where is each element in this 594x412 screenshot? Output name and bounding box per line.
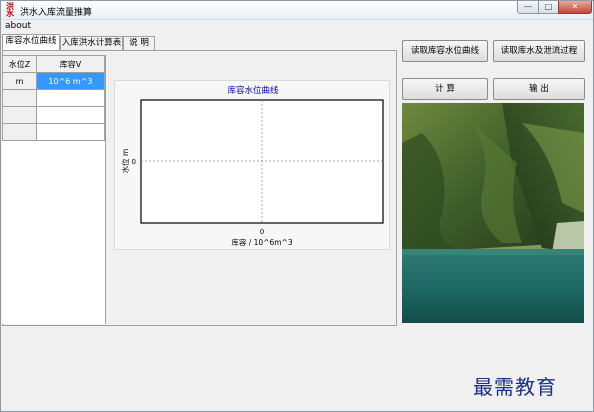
- unit-cell-level[interactable]: m: [2, 72, 37, 90]
- data-grid[interactable]: 水位Z 库容V m 10^6 m^3: [2, 55, 106, 324]
- read-discharge-process-button[interactable]: 读取库水及泄流过程: [493, 40, 585, 62]
- y-tick-label: 0: [132, 158, 136, 166]
- title-bar: 洪水 洪水入库流量推算 — □ ✕: [1, 1, 593, 20]
- watermark-text: 最需教育: [473, 375, 557, 399]
- minimize-button[interactable]: —: [517, 1, 539, 14]
- maximize-button[interactable]: □: [538, 1, 559, 14]
- menu-bar: about: [1, 20, 593, 34]
- table-row: [2, 89, 106, 107]
- grid-cell[interactable]: [2, 89, 37, 107]
- tab-notes[interactable]: 说 明: [123, 36, 155, 50]
- grid-cell[interactable]: [35, 123, 106, 141]
- table-row: [2, 106, 106, 124]
- column-header-storage[interactable]: 库容V: [35, 55, 106, 73]
- grid-cell[interactable]: [2, 106, 37, 124]
- x-axis-label: 库容 / 10^6m^3: [231, 237, 292, 247]
- calculate-button[interactable]: 计 算: [402, 78, 488, 100]
- tab-inflow-table[interactable]: 入库洪水计算表: [60, 36, 123, 50]
- unit-cell-storage[interactable]: 10^6 m^3: [35, 72, 106, 90]
- read-storage-curve-button[interactable]: 读取库容水位曲线: [402, 40, 488, 62]
- storage-level-chart: 库容水位曲线 0 0 库容 / 10^6m^3 水位 m: [114, 80, 390, 250]
- close-button[interactable]: ✕: [558, 1, 592, 14]
- app-icon: 洪水: [6, 2, 14, 18]
- grid-cell[interactable]: [35, 106, 106, 124]
- menu-item-about[interactable]: about: [5, 21, 31, 31]
- window-title: 洪水入库流量推算: [20, 8, 93, 18]
- reservoir-photo: [402, 103, 584, 323]
- grid-cell[interactable]: [35, 89, 106, 107]
- reservoir-photo-image: [402, 103, 584, 323]
- table-row: [2, 123, 106, 141]
- grid-cell[interactable]: [2, 123, 37, 141]
- chart-title: 库容水位曲线: [227, 85, 279, 96]
- tab-storage-curve[interactable]: 库容水位曲线: [2, 34, 60, 50]
- output-button[interactable]: 输 出: [493, 78, 585, 100]
- x-tick-label: 0: [260, 228, 264, 236]
- chart-svg: 库容水位曲线 0 0 库容 / 10^6m^3 水位 m: [120, 85, 384, 247]
- app-window: 洪水 洪水入库流量推算 — □ ✕ about 库容水位曲线 入库洪水计算表 说…: [0, 0, 594, 412]
- tab-strip: 库容水位曲线 入库洪水计算表 说 明: [1, 34, 201, 50]
- grid-units-row: m 10^6 m^3: [2, 72, 106, 90]
- y-axis-label: 水位 m: [120, 149, 130, 174]
- grid-header-row: 水位Z 库容V: [2, 55, 106, 73]
- column-header-level[interactable]: 水位Z: [2, 55, 37, 73]
